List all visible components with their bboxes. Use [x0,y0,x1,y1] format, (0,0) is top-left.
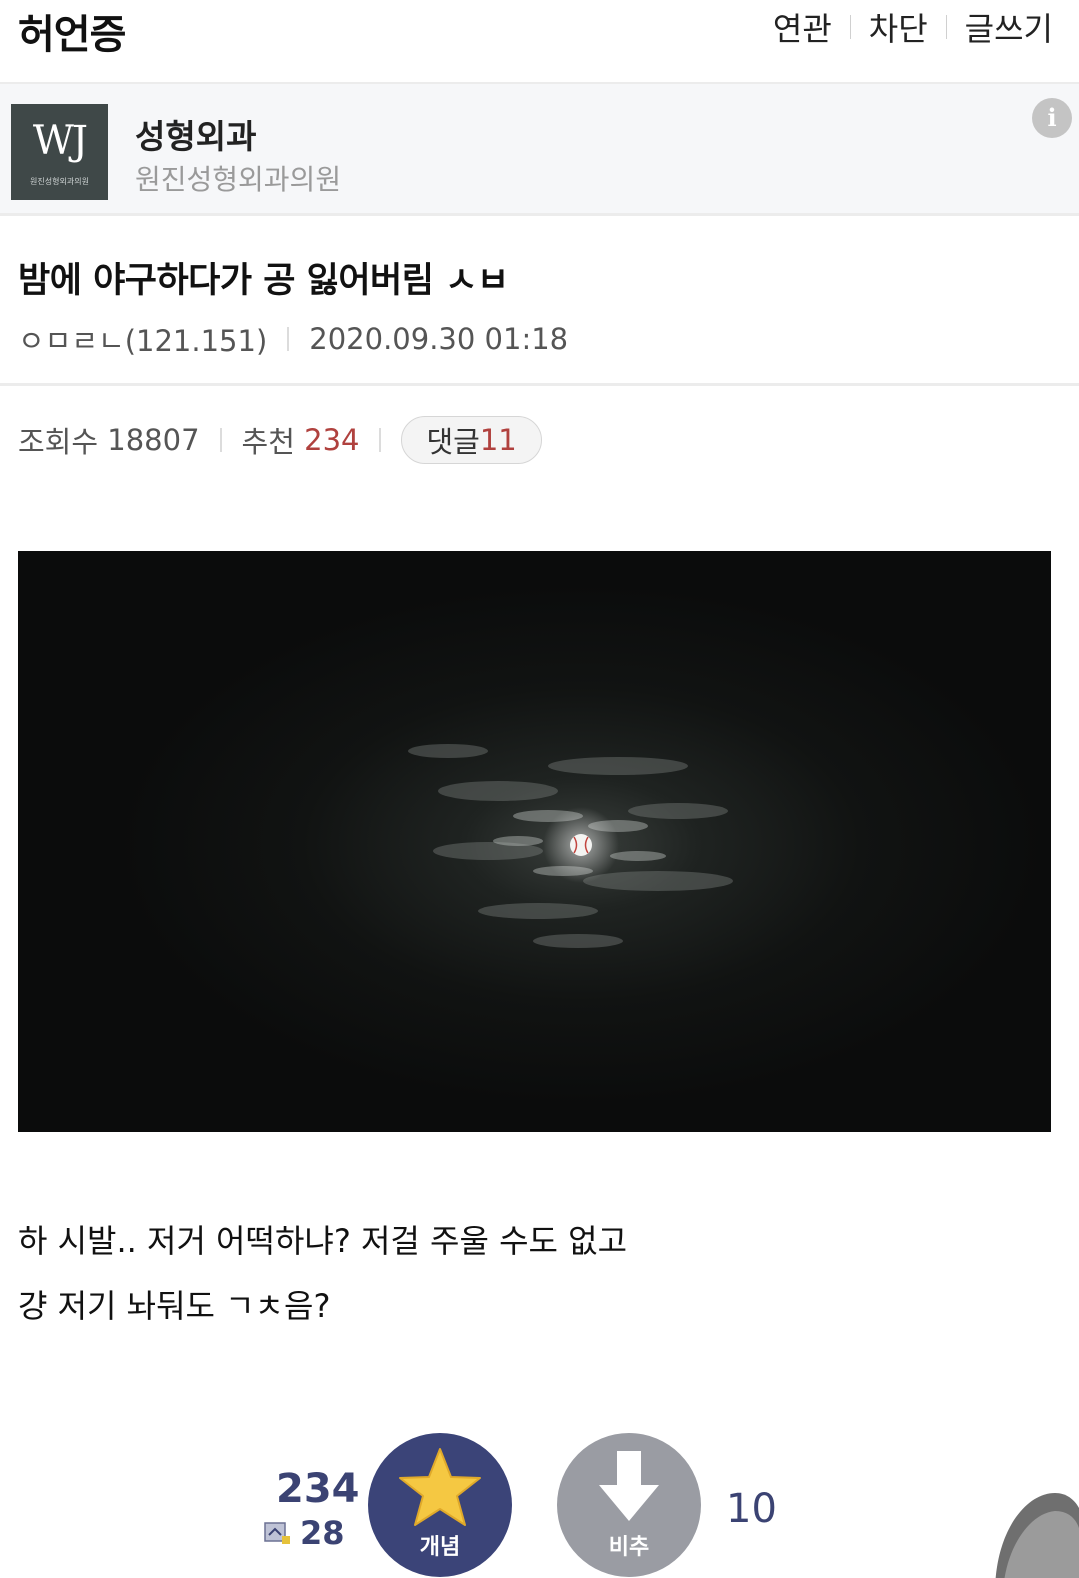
recommend-count: 234 [304,423,360,457]
fixed-user-icon [264,1522,290,1544]
downvote-label: 비추 [608,1535,650,1560]
post-stats: 조회수 18807 추천 234 댓글 11 [18,416,542,464]
post-meta: ㅇㅁㄹㄴ(121.151) 2020.09.30 01:18 [18,318,568,360]
post-title: 밤에 야구하다가 공 잃어버림 ㅅㅂ [18,261,509,301]
comments-label: 댓글 [426,425,480,459]
downvote-count: 10 [726,1486,777,1532]
views-label: 조회수 [18,425,99,459]
upvote-button[interactable]: 개념 [368,1433,512,1577]
menu-divider [945,15,947,39]
night-sky-photo [18,551,1051,1132]
post-page: 허언증 연관 차단 글쓰기 WJ 원진성형외과의원 성형외과 원진성형외과의원 … [0,0,1079,1578]
ad-banner[interactable]: WJ 원진성형외과의원 성형외과 원진성형외과의원 i [0,82,1079,216]
post-body-line: 걍 저기 놔둬도 ㄱㅊ음? [18,1287,331,1325]
ad-logo-mark: WJ [32,118,88,164]
ad-title[interactable]: 성형외과 [135,110,256,158]
stats-divider [379,428,382,452]
ad-logo-caption: 원진성형외과의원 [30,177,89,186]
floating-profile-icon[interactable] [975,1493,1079,1578]
post-body-line: 하 시발.. 저거 어떡하냐? 저걸 주울 수도 없고 [18,1222,628,1260]
related-link[interactable]: 연관 [773,4,832,50]
meta-divider [287,327,290,351]
comments-count: 11 [479,423,517,457]
downvote-button[interactable]: 비추 [557,1433,701,1577]
post-author[interactable]: ㅇㅁㄹㄴ(121.151) [18,318,267,360]
gallery-title[interactable]: 허언증 [18,2,126,60]
upvote-count: 234 [276,1466,360,1512]
info-icon[interactable]: i [1032,98,1072,138]
write-link[interactable]: 글쓰기 [965,4,1053,50]
top-bar: 허언증 연관 차단 글쓰기 [0,0,1079,80]
header-divider [0,383,1079,386]
upvote-label: 개념 [419,1535,461,1560]
menu-divider [849,15,851,39]
top-menu: 연관 차단 글쓰기 [773,4,1053,50]
ad-logo[interactable]: WJ 원진성형외과의원 [11,104,108,200]
block-link[interactable]: 차단 [869,4,928,50]
comments-button[interactable]: 댓글 11 [401,416,542,464]
fixed-count-text: 28 [300,1514,345,1552]
stats-divider [219,428,222,452]
ad-subtitle: 원진성형외과의원 [135,163,342,196]
post-date: 2020.09.30 01:18 [309,322,569,356]
views-count: 18807 [107,423,200,457]
recommend-label: 추천 [241,425,295,459]
fixed-upvote-count: 28 [264,1514,345,1552]
